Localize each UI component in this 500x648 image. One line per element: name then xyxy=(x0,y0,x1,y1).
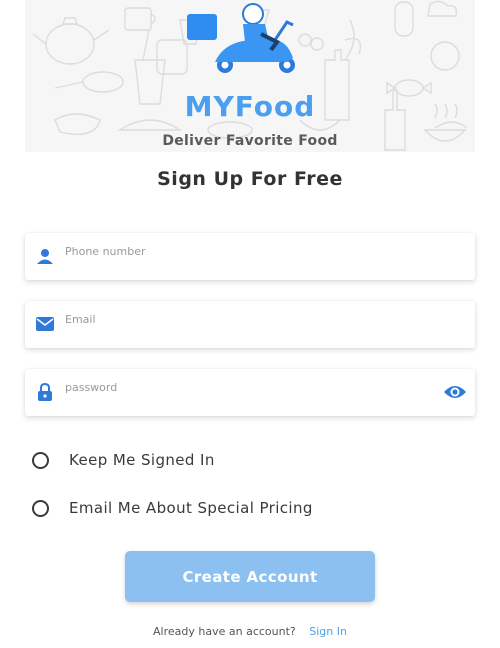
food-doodle-background xyxy=(32,0,468,151)
keep-signed-in-label: Keep Me Signed In xyxy=(69,451,215,469)
phone-input[interactable] xyxy=(65,243,435,259)
email-pricing-option[interactable]: Email Me About Special Pricing xyxy=(32,497,313,519)
email-pricing-radio[interactable] xyxy=(32,499,49,517)
keep-signed-in-radio[interactable] xyxy=(32,451,49,469)
password-field[interactable] xyxy=(25,369,475,416)
delivery-scooter-icon xyxy=(187,3,295,73)
lock-icon xyxy=(38,382,52,401)
eye-icon[interactable] xyxy=(443,383,467,401)
create-account-button[interactable]: Create Account xyxy=(125,551,375,602)
mail-icon xyxy=(36,317,54,331)
brand-title: MYFood xyxy=(184,90,316,123)
email-pricing-label: Email Me About Special Pricing xyxy=(69,499,313,517)
brand-tagline: Deliver Favorite Food xyxy=(162,133,338,149)
signin-link[interactable]: Sign In xyxy=(309,625,347,638)
keep-signed-in-option[interactable]: Keep Me Signed In xyxy=(32,449,215,471)
signin-prompt-text: Already have an account? xyxy=(153,625,296,638)
email-input[interactable] xyxy=(65,311,435,327)
signup-screen: MYFood Deliver Favorite Food Sign Up For… xyxy=(0,0,500,648)
person-icon xyxy=(37,249,53,264)
email-field[interactable] xyxy=(25,301,475,348)
page-title: Sign Up For Free xyxy=(157,168,343,190)
signin-prompt: Already have an account? Sign In xyxy=(0,625,500,638)
phone-field[interactable] xyxy=(25,233,475,280)
password-input[interactable] xyxy=(65,379,435,395)
hero-illustration xyxy=(25,0,475,152)
